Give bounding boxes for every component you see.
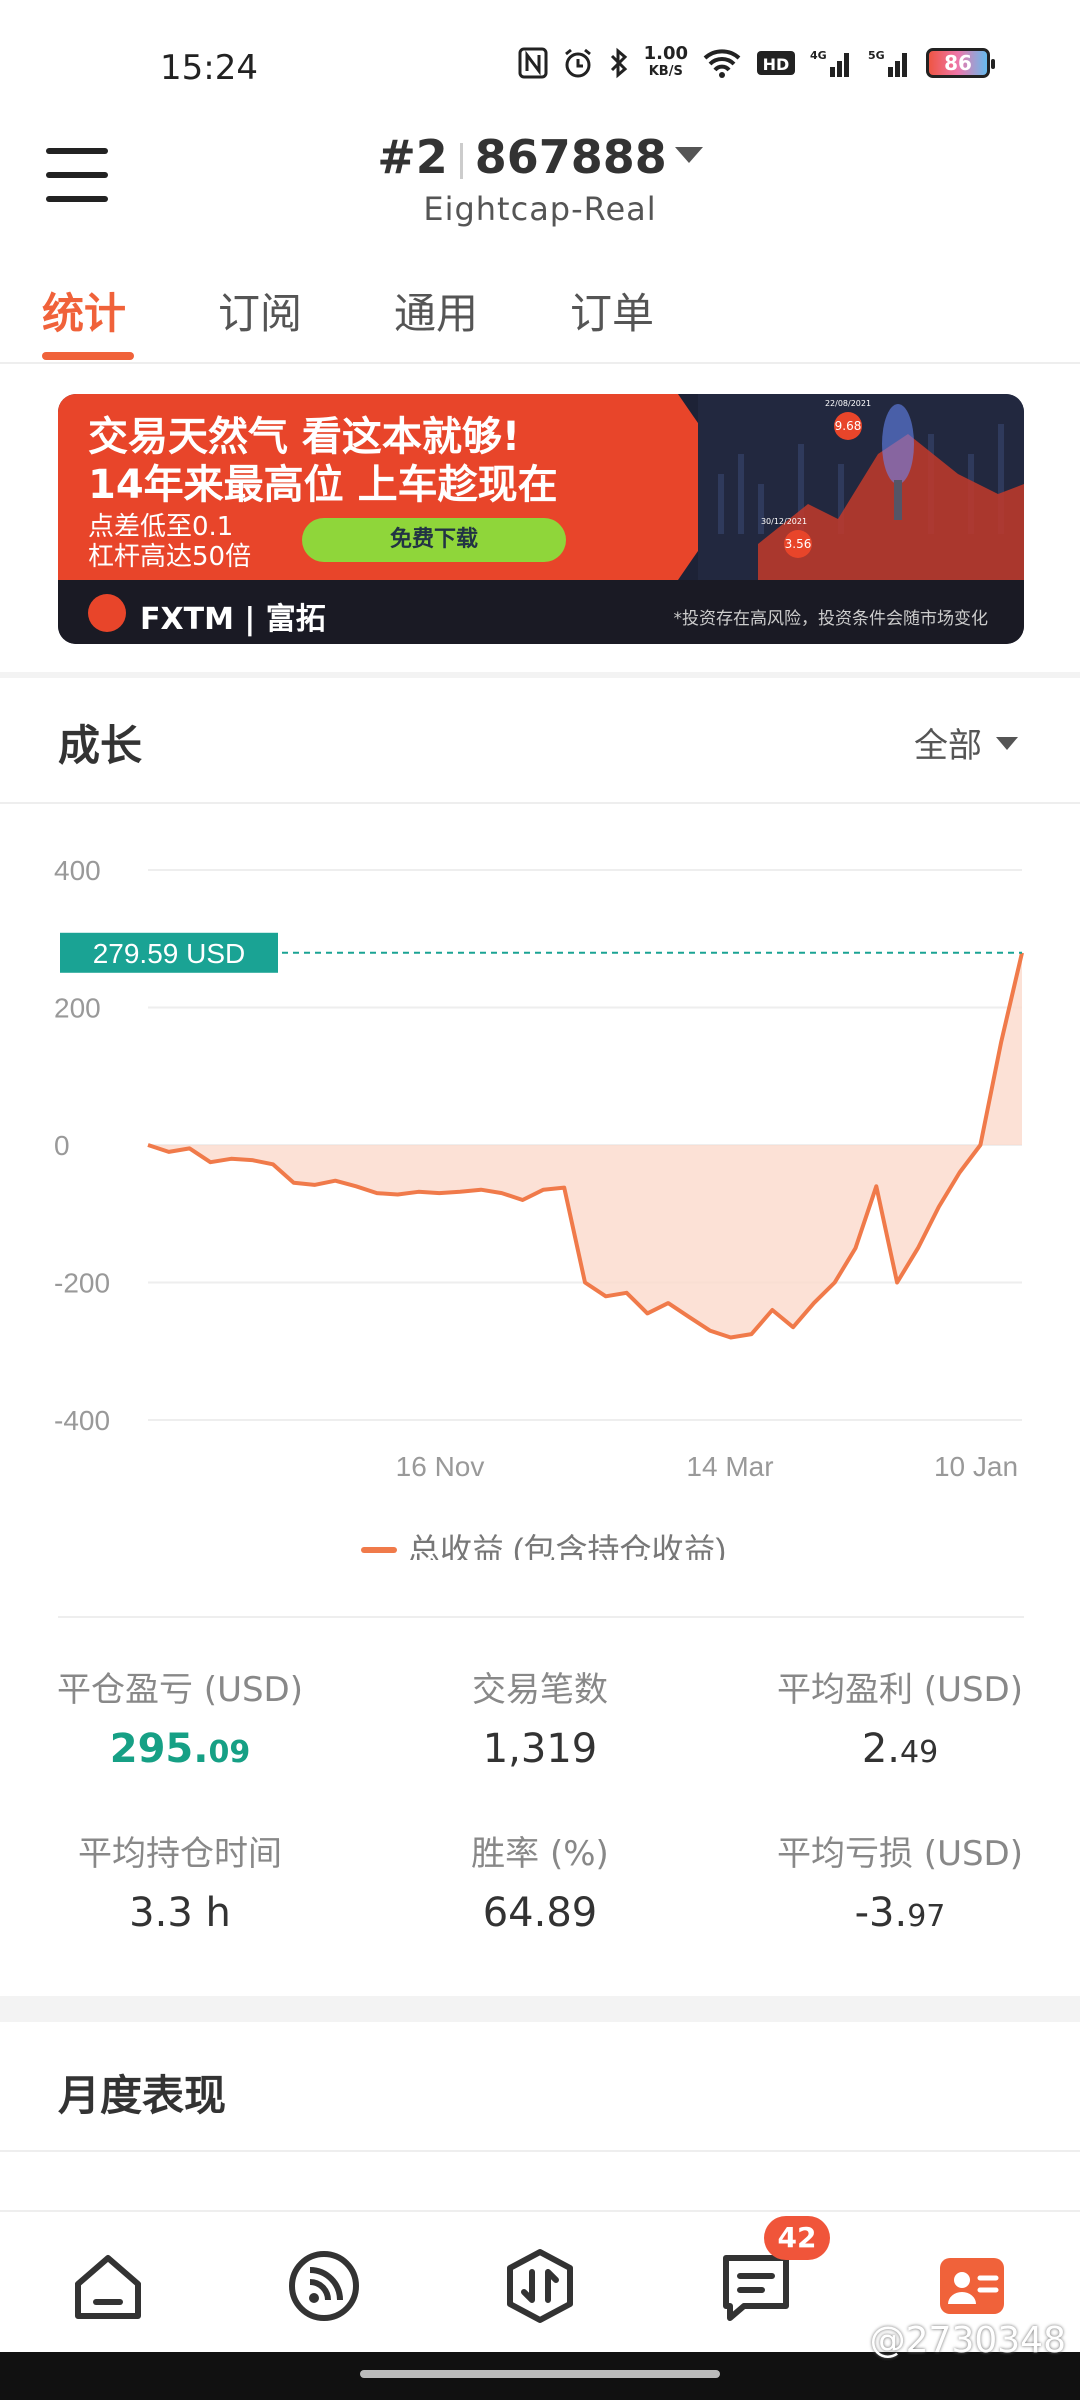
nav-trade[interactable] [502,2248,578,2324]
tab-orders[interactable]: 订单 [570,280,654,341]
alarm-icon [562,46,594,80]
stat-label: 平均持仓时间 [78,1834,282,1874]
status-time: 15:24 [160,48,258,88]
monthly-divider [0,2150,1080,2152]
ad-banner[interactable]: 交易天然气 看这本就够! 14年来最高位 上车趁现在 点差低至0.1 杠杆高达5… [58,394,1024,644]
stat-label: 交易笔数 [472,1670,608,1710]
svg-text:5G: 5G [868,49,885,62]
rss-icon [289,2251,359,2321]
status-icons: 1.00 KB/S HD 4G 5G 86 [518,43,995,80]
range-select-value: 全部 [914,726,982,766]
tab-bar: 统计 订阅 通用 订单 [0,260,1080,364]
profile-card-icon [940,2258,1004,2314]
banner-download-button[interactable]: 免费下载 [302,518,566,562]
broker-name: Eightcap-Real [423,190,657,228]
svg-text:HD: HD [763,55,790,74]
section-divider [0,672,1080,678]
fxtm-logo-icon [88,594,126,632]
stat-label: 胜率 (%) [471,1834,609,1874]
chevron-down-icon [674,146,703,163]
stat-label: 平均盈利 (USD) [777,1670,1023,1710]
y-tick-label: 0 [54,1130,70,1161]
growth-divider [0,802,1080,804]
signal-5g-icon: 5G [868,46,912,80]
x-tick-label: 10 Jan [934,1451,1018,1482]
stat-value: 64.89 [482,1890,598,1936]
section-divider [0,1996,1080,2022]
account-number: 867888 [474,130,667,184]
banner-brand: FXTM | 富拓 [140,602,326,637]
tab-general[interactable]: 通用 [394,280,478,341]
stat-value: -3.97 [854,1890,946,1936]
stat-value: 295.09 [109,1726,251,1772]
app-header: #2 867888 Eightcap-Real [0,120,1080,240]
growth-title: 成长 [58,721,143,770]
wifi-icon [702,46,742,80]
banner-footer: FXTM | 富拓 *投资存在高风险，投资条件会随市场变化 [58,580,1024,644]
y-tick-label: 400 [54,855,101,886]
banner-marker-right-date: 22/08/2021 [825,399,871,408]
banner-sub-2: 杠杆高达50倍 [88,542,252,572]
y-tick-label: 200 [54,993,101,1024]
account-selector[interactable]: #2 867888 [0,130,1080,184]
current-value-label: 279.59 USD [93,938,246,969]
banner-marker-left-date: 30/12/2021 [761,517,807,526]
home-indicator[interactable] [360,2370,720,2378]
status-bar: 15:24 1.00 KB/S HD 4G 5G 86 [0,0,1080,130]
stat-label: 平仓盈亏 (USD) [57,1670,303,1710]
messages-badge: 42 [764,2216,830,2260]
battery-icon: 86 [926,48,995,78]
stat-value: 2.49 [861,1726,939,1772]
nav-home[interactable] [70,2248,146,2324]
y-tick-label: -200 [54,1268,110,1299]
tab-subscribe[interactable]: 订阅 [218,280,302,341]
nfc-icon [518,46,548,80]
network-speed: 1.00 KB/S [643,43,688,80]
nav-profile[interactable] [934,2248,1010,2324]
banner-marker-right-value: 9.68 [835,419,862,433]
stats-divider [58,1616,1024,1618]
growth-chart: 400 200 0 -200 -400 279.59 USD 16 Nov 14 Mar 10 … [54,855,1024,1560]
stat-label: 平均亏损 (USD) [777,1834,1023,1874]
signal-4g-icon: 4G [810,46,854,80]
banner-headline-2: 14年来最高位 上车趁现在 [88,462,558,508]
legend-label: 总收益 (包含持仓收益) [408,1532,726,1560]
tab-statistics[interactable]: 统计 [42,280,126,341]
bluetooth-icon [608,46,630,80]
account-prefix: #2 [377,130,448,184]
chevron-down-icon [996,737,1018,750]
monthly-title: 月度表现 [58,2071,227,2120]
hd-icon: HD [756,46,796,80]
active-tab-indicator [42,352,134,360]
watermark: @2730348 [869,2320,1066,2361]
home-icon [75,2255,141,2319]
trade-icon [507,2249,573,2323]
x-tick-label: 14 Mar [686,1451,773,1482]
x-tick-label: 16 Nov [396,1451,485,1482]
svg-text:4G: 4G [810,49,827,62]
stat-value: 3.3 h [129,1890,231,1936]
y-tick-label: -400 [54,1405,110,1436]
banner-disclaimer: *投资存在高风险，投资条件会随市场变化 [673,609,989,629]
stat-value: 1,319 [482,1726,598,1772]
banner-marker-left-value: 3.56 [785,537,812,551]
range-select[interactable]: 全部 [914,718,1018,767]
banner-gas-chart-art: 9.68 22/08/2021 3.56 30/12/2021 [698,394,1024,580]
nav-feed[interactable] [286,2248,362,2324]
